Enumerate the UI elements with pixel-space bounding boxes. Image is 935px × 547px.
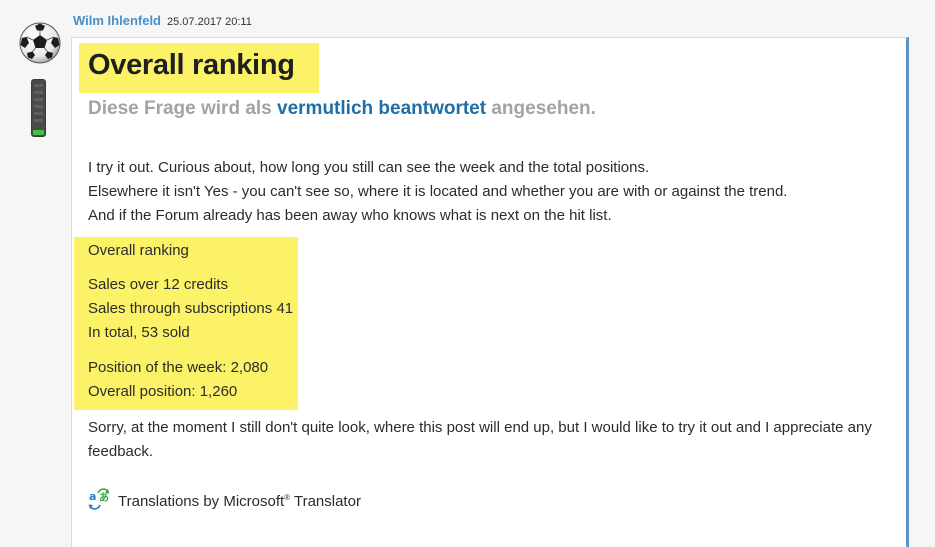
ranking-heading: Overall ranking xyxy=(88,242,189,259)
overall-position: Overall position: 1,260 xyxy=(88,383,238,400)
intro-paragraph: I try it out. Curious about, how long yo… xyxy=(88,156,878,228)
intro-line: And if the Forum already has been away w… xyxy=(88,207,612,224)
translator-credit[interactable]: a あ Translations by Microsoft® Translato… xyxy=(88,488,361,514)
rank-meter-segment xyxy=(34,91,43,94)
post-title: Overall ranking xyxy=(88,49,295,81)
status-link[interactable]: vermutlich beantwortet xyxy=(277,98,486,119)
sales-credits: Sales over 12 credits xyxy=(88,276,229,293)
forum-post-page: Wilm Ihlenfeld 25.07.2017 20:11 Overall … xyxy=(0,0,935,547)
translator-text: Translations by Microsoft® Translator xyxy=(118,493,361,510)
svg-text:a: a xyxy=(89,490,96,503)
author-link[interactable]: Wilm Ihlenfeld xyxy=(73,13,161,28)
rank-meter-segment xyxy=(34,119,43,122)
rank-meter-icon xyxy=(31,79,46,137)
post-header: Wilm Ihlenfeld 25.07.2017 20:11 xyxy=(73,13,252,29)
post-timestamp: 25.07.2017 20:11 xyxy=(167,16,252,28)
translator-prefix: Translations by Microsoft xyxy=(118,492,285,510)
status-prefix: Diese Frage wird als xyxy=(88,98,278,119)
translator-suffix: Translator xyxy=(290,492,361,510)
total-sold: In total, 53 sold xyxy=(88,324,190,341)
microsoft-translator-icon: a あ xyxy=(88,487,110,515)
rank-meter-segment xyxy=(34,105,43,108)
week-position: Position of the week: 2,080 xyxy=(88,359,269,376)
closing-paragraph: Sorry, at the moment I still don't quite… xyxy=(88,419,872,460)
sales-subscriptions: Sales through subscriptions 41 xyxy=(88,300,294,317)
rank-meter-segment xyxy=(34,98,43,101)
rank-meter-segment xyxy=(34,112,43,115)
rank-meter-segment xyxy=(34,84,43,87)
answered-status: Diese Frage wird als vermutlich beantwor… xyxy=(88,98,596,120)
svg-text:あ: あ xyxy=(99,491,109,504)
soccer-ball-icon[interactable] xyxy=(19,22,61,64)
intro-line: Elsewhere it isn't Yes - you can't see s… xyxy=(88,183,788,200)
status-suffix: angesehen. xyxy=(486,98,596,119)
intro-line: I try it out. Curious about, how long yo… xyxy=(88,159,650,176)
rank-meter-fill xyxy=(33,130,44,135)
